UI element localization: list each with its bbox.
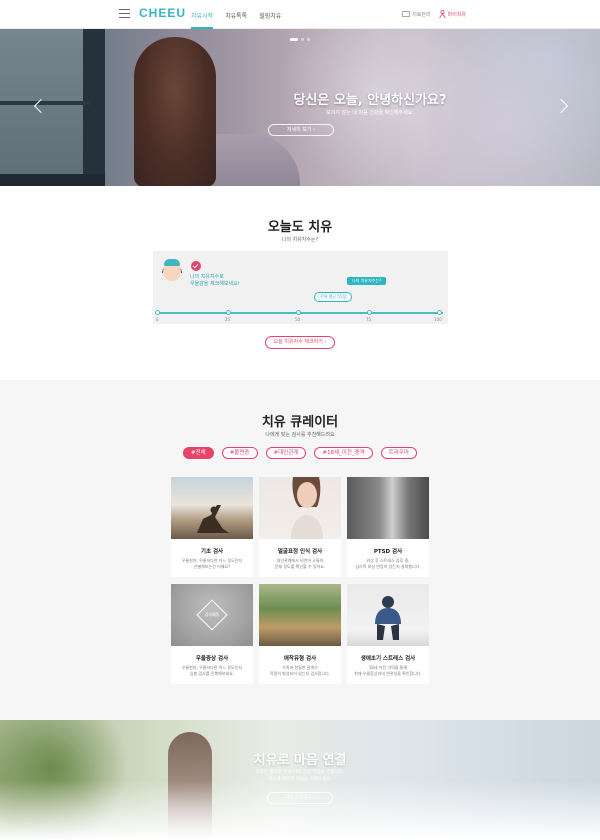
gauge-message-line1: 나의 치유지수로	[190, 274, 224, 280]
tag-relationship[interactable]: #대인관계	[265, 447, 307, 459]
care-link[interactable]: 치료관리	[412, 11, 430, 18]
connect-subtitle-line2: 마음에 따뜻한 마음을 전해보세요.	[268, 777, 332, 782]
util-links: 치료관리 마이치유	[402, 10, 466, 18]
card-desc: 대인관계에서 비언어 소통의 문제 정도를 확인할 수 있어요.	[274, 558, 326, 569]
card-image	[347, 584, 429, 646]
card-title: PTSD 검사	[373, 549, 403, 555]
hero-subtitle: 보이지 않는 내 마음 건강을 확인해주세요.	[326, 110, 414, 116]
header: CHEEU 치유시작 치유톡톡 힐링치유 치료관리 마이치유	[0, 0, 600, 29]
test-card-depression[interactable]: 검사예정 우울증상 검사 우울한지, 우울하다면 어느 정도인지 심층 검사를 진…	[171, 584, 253, 684]
connect-subtitle-line1: 치유는 필요한 분께 나의 진심 마음을 전합니다.	[255, 770, 345, 775]
nav-item-start[interactable]: 치유시작	[191, 0, 214, 29]
tag-childhood-shock[interactable]: #18세_이전_충격	[314, 447, 373, 459]
card-title: 우울증상 검사	[195, 656, 229, 662]
card-image	[259, 584, 341, 646]
hero-banner: 당신은 오늘, 안녕하신가요? 보이지 않는 내 마음 건강을 확인해주세요. …	[0, 29, 600, 186]
tag-all[interactable]: #전체	[182, 447, 214, 459]
card-image	[171, 477, 253, 539]
nav-item-talk[interactable]: 치유톡톡	[225, 0, 247, 29]
calendar-icon	[402, 11, 411, 17]
card-desc: 가족과 친밀한 관계가 적절히 형성되어 있는지 검사합니다.	[269, 665, 331, 676]
person-icon	[438, 10, 446, 18]
gauge-tick	[367, 310, 372, 315]
my-score-bubble: 나의 치유지수는?	[347, 277, 387, 285]
test-card-face[interactable]: 얼굴표정 인식 검사 대인관계에서 비언어 소통의 문제 정도를 확인할 수 있어…	[259, 477, 341, 577]
tag-trauma[interactable]: 트라우마	[380, 447, 418, 459]
hero-title: 당신은 오늘, 안녕하신가요?	[293, 93, 447, 108]
card-overlay-label: 검사예정	[204, 612, 220, 617]
connect-title: 치유로 마음 연결	[253, 753, 347, 768]
gauge-message-line2: 우울감을 체크해보세요!	[190, 281, 240, 287]
tag-insomnia[interactable]: #불면증	[221, 447, 258, 459]
curator-title: 치유 큐레이터	[261, 415, 339, 430]
hero-detail-button[interactable]: 자세히 보기 ›	[268, 124, 334, 136]
test-card-early-stress[interactable]: 생애초기 스트레스 검사 18세 이전 기억을 통해 현재 우울증상과의 연관성을…	[347, 584, 429, 684]
gauge-tick	[226, 310, 231, 315]
nav-item-healing[interactable]: 힐링치유	[259, 0, 281, 29]
score-gauge: 나의 치유지수로 우울감을 체크해보세요! 나의 치유지수는? 전체 평균 55…	[153, 251, 448, 324]
card-title: 생애초기 스트레스 검사	[360, 656, 416, 662]
tag-filter: #전체 #불면증 #대인관계 #18세_이전_충격 트라우마	[0, 447, 600, 459]
card-image	[347, 477, 429, 539]
today-title: 오늘도 치유	[267, 220, 333, 235]
gauge-label: 25	[225, 317, 231, 322]
gauge-tick	[155, 310, 160, 315]
cheer-button[interactable]: 치유 응원하기 ›	[267, 792, 333, 804]
check-icon	[191, 261, 201, 271]
my-cheeu-link[interactable]: 마이치유	[448, 11, 466, 18]
average-score-bubble: 전체 평균 55점	[314, 292, 353, 302]
gauge-label: 0	[156, 317, 159, 322]
gauge-label: 100	[434, 317, 442, 322]
card-title: 기초 검사	[200, 549, 224, 555]
check-score-button[interactable]: 오늘 치유지수 체크하기 ›	[265, 336, 335, 349]
card-desc: 18세 이전 기억을 통해 현재 우울증상과의 연관성을 확인합니다.	[354, 665, 422, 676]
card-title: 애착유형 검사	[283, 656, 317, 662]
nurse-avatar-icon	[161, 257, 183, 285]
logo[interactable]: CHEEU	[139, 6, 186, 20]
gauge-label: 50	[295, 317, 301, 322]
gauge-tick	[296, 310, 301, 315]
menu-icon[interactable]	[119, 9, 130, 18]
curator-subtitle: 나에게 맞는 검사를 추천해드려요	[265, 432, 335, 438]
test-card-basic[interactable]: 기초 검사 우울한지, 우울하다면 어느 정도인지 선별해보는건 어때요?	[171, 477, 253, 577]
main-nav: 치유시작 치유톡톡 힐링치유	[191, 0, 293, 29]
today-subtitle: 나의 치유지수는?	[281, 237, 319, 243]
card-desc: 우울한지, 우울하다면 어느 정도인지 선별해보는건 어때요?	[181, 558, 243, 569]
card-image	[259, 477, 341, 539]
card-desc: 외상 후 스트레스 증후 중, 심리적 외상 반응이 있는지 살펴봅니다.	[355, 558, 421, 569]
gauge-label: 75	[366, 317, 372, 322]
window-image	[0, 29, 105, 186]
carousel-dots[interactable]	[290, 38, 313, 41]
gauge-tick	[437, 310, 442, 315]
card-image: 검사예정	[171, 584, 253, 646]
card-desc: 우울한지, 우울하다면 어느 정도인지 심층 검사를 진행해보세요.	[181, 665, 243, 676]
card-title: 얼굴표정 인식 검사	[277, 549, 323, 555]
test-card-attachment[interactable]: 애착유형 검사 가족과 친밀한 관계가 적절히 형성되어 있는지 검사합니다.	[259, 584, 341, 684]
test-card-ptsd[interactable]: PTSD 검사 외상 후 스트레스 증후 중, 심리적 외상 반응이 있는지 살펴…	[347, 477, 429, 577]
